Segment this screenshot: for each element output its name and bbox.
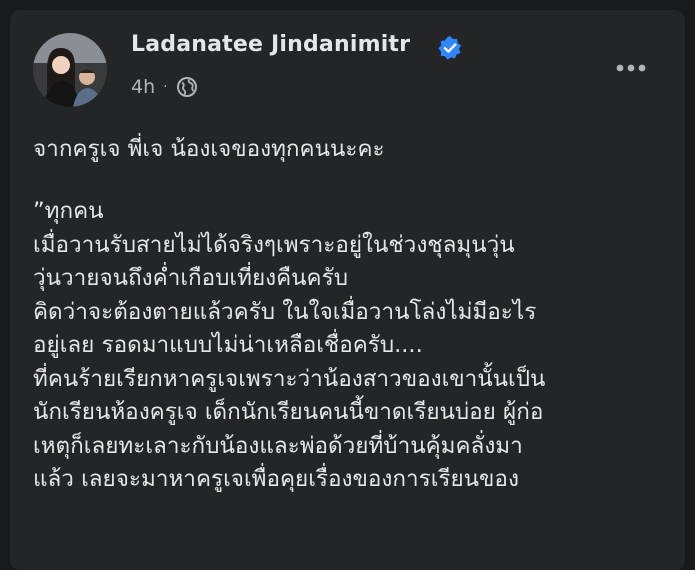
post-meta: 4h · bbox=[131, 76, 198, 98]
post-body: ”ทุกคน เมื่อวานรับสายไม่ได้จริงๆเพราะอยู… bbox=[33, 195, 545, 497]
post-headline: จากครูเจ พี่เจ น้องเจของทุกคนนะคะ bbox=[33, 136, 385, 162]
post-body-line: ”ทุกคน bbox=[33, 198, 104, 224]
post-body-line: คิดว่าจะต้องตายแล้วครับ ในใจเมื่อวานโล่ง… bbox=[33, 298, 537, 325]
author-avatar[interactable] bbox=[33, 33, 107, 107]
author-name[interactable]: Ladanatee Jindanimitr bbox=[131, 32, 410, 57]
post-body-line: เมื่อวานรับสายไม่ได้จริงๆเพราะอยู่ในช่วง… bbox=[33, 231, 515, 258]
post-body-line: แล้ว เลยจะมาหาครูเจเพื่อคุยเรื่องของการเ… bbox=[33, 466, 519, 492]
globe-icon[interactable] bbox=[176, 76, 198, 98]
more-options-icon[interactable] bbox=[605, 50, 657, 86]
post-body-line: นักเรียนห้องครูเจ เด็กนักเรียนคนนี้ขาดเร… bbox=[33, 399, 544, 425]
post-body-line: วุ่นวายจนถึงค่ำเกือบเที่ยงคืนครับ bbox=[33, 265, 348, 291]
post-body-line: ที่คนร้ายเรียกหาครูเจเพราะว่าน้องสาวของเ… bbox=[33, 365, 546, 392]
meta-separator: · bbox=[163, 79, 168, 95]
post-card: Ladanatee Jindanimitr 4h · จากครูเจ พี่เ… bbox=[10, 10, 685, 570]
post-timestamp[interactable]: 4h bbox=[131, 76, 155, 98]
post-body-line: อยู่เลย รอดมาแบบไม่น่าเหลือเชื่อครับ.... bbox=[33, 332, 423, 358]
post-body-line: เหตุก็เลยทะเลาะกับน้องและพ่อด้วยที่บ้านค… bbox=[33, 432, 523, 459]
verified-badge-icon bbox=[438, 36, 461, 60]
